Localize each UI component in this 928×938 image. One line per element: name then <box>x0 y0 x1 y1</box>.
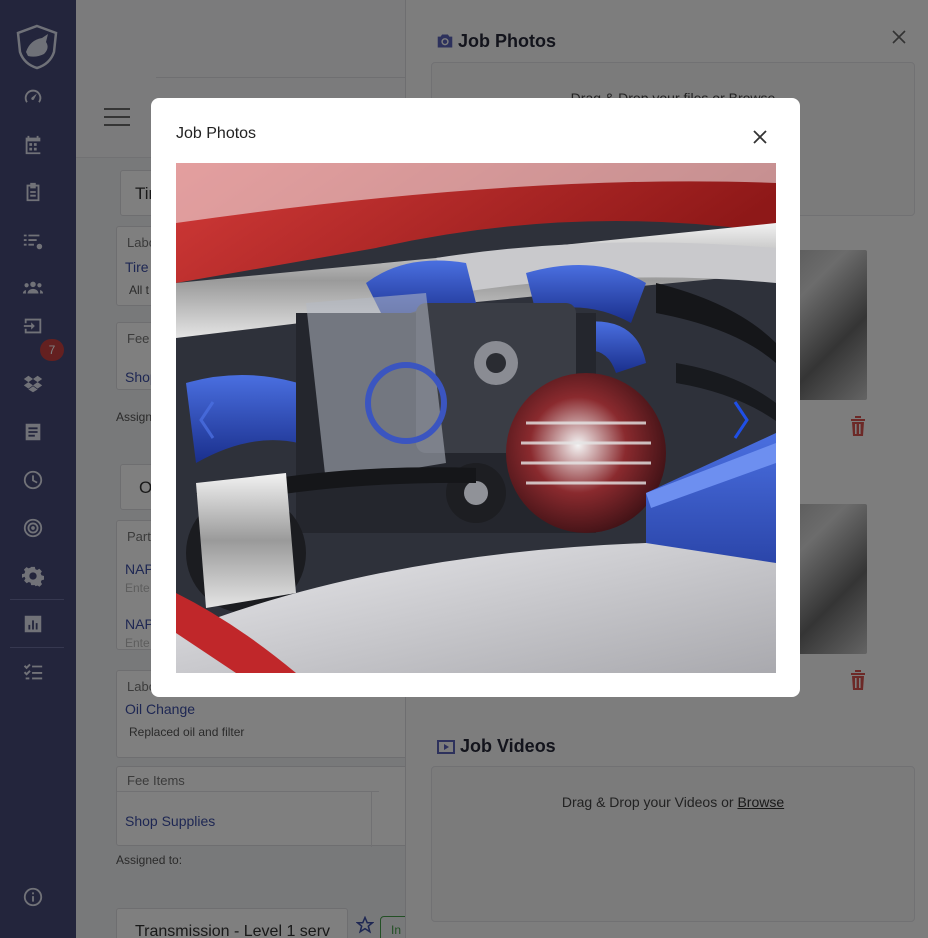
next-photo-chevron-icon[interactable] <box>731 398 751 442</box>
job-photos-modal: Job Photos <box>151 98 800 697</box>
modal-close-icon[interactable] <box>752 129 768 145</box>
previous-photo-chevron-icon[interactable] <box>197 398 217 442</box>
modal-title: Job Photos <box>176 125 257 142</box>
engine-photo <box>176 163 776 673</box>
